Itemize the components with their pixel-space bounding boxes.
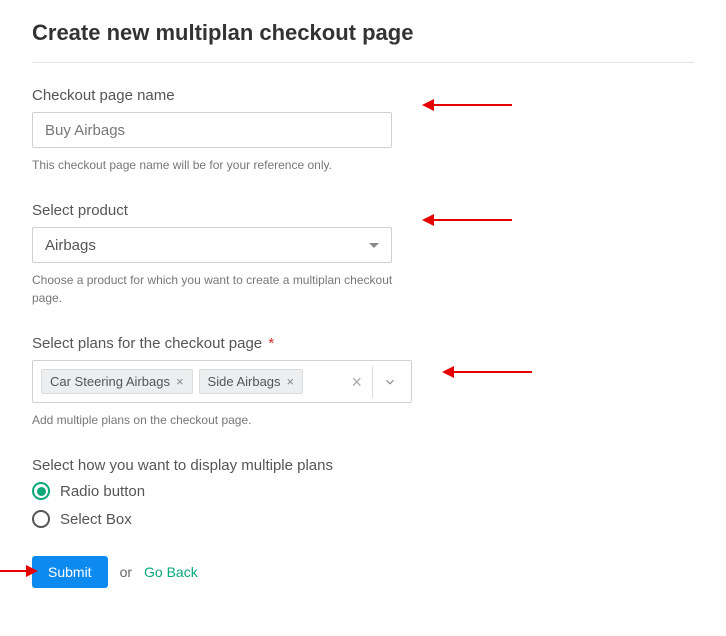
product-select[interactable]: Airbags: [32, 227, 392, 263]
help-select-plans: Add multiple plans on the checkout page.: [32, 411, 412, 429]
radio-dot-icon: [37, 487, 46, 496]
annotation-arrow-icon: [432, 104, 512, 106]
product-select-value: Airbags: [45, 237, 96, 254]
label-display-mode: Select how you want to display multiple …: [32, 457, 694, 474]
chevron-down-icon: [383, 375, 397, 389]
plan-chip: Car Steering Airbags ×: [41, 369, 193, 394]
radio-label: Select Box: [60, 511, 132, 528]
radio-icon: [32, 510, 50, 528]
or-text: or: [120, 564, 132, 580]
annotation-arrow-icon: [432, 219, 512, 221]
plan-chip-label: Car Steering Airbags: [50, 374, 170, 389]
radio-icon: [32, 482, 50, 500]
radio-label: Radio button: [60, 483, 145, 500]
plans-multiselect[interactable]: Car Steering Airbags × Side Airbags × ×: [32, 360, 412, 403]
caret-down-icon: [369, 243, 379, 248]
annotation-arrow-icon: [0, 570, 28, 572]
multiselect-controls: ×: [337, 361, 411, 402]
radio-option-radio-button[interactable]: Radio button: [32, 482, 694, 500]
label-select-plans-text: Select plans for the checkout page: [32, 335, 262, 352]
help-select-product: Choose a product for which you want to c…: [32, 271, 412, 307]
dropdown-toggle[interactable]: [373, 375, 407, 389]
form-actions: Submit or Go Back: [32, 556, 694, 588]
plans-chips-area: Car Steering Airbags × Side Airbags ×: [33, 361, 337, 402]
plan-chip: Side Airbags ×: [199, 369, 304, 394]
clear-all-icon[interactable]: ×: [341, 373, 372, 391]
required-star-icon: *: [268, 335, 274, 352]
label-checkout-name: Checkout page name: [32, 87, 694, 104]
checkout-name-input[interactable]: [32, 112, 392, 148]
field-plans-group: Select plans for the checkout page * Car…: [32, 335, 694, 429]
field-display-group: Select how you want to display multiple …: [32, 457, 694, 528]
chip-remove-icon[interactable]: ×: [287, 375, 295, 388]
label-select-plans: Select plans for the checkout page *: [32, 335, 694, 352]
annotation-arrow-icon: [452, 371, 532, 373]
field-product-group: Select product Airbags Choose a product …: [32, 202, 694, 307]
plan-chip-label: Side Airbags: [208, 374, 281, 389]
label-select-product: Select product: [32, 202, 694, 219]
radio-option-select-box[interactable]: Select Box: [32, 510, 694, 528]
go-back-link[interactable]: Go Back: [144, 564, 198, 580]
submit-button[interactable]: Submit: [32, 556, 108, 588]
page-title: Create new multiplan checkout page: [32, 20, 694, 63]
field-name-group: Checkout page name This checkout page na…: [32, 87, 694, 174]
help-checkout-name: This checkout page name will be for your…: [32, 156, 412, 174]
chip-remove-icon[interactable]: ×: [176, 375, 184, 388]
